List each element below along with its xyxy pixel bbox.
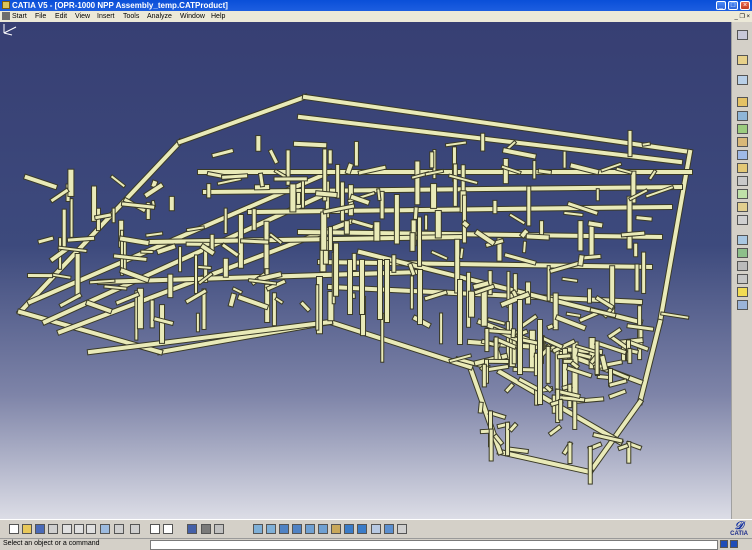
bottom-toolbar: 𝒟 CATIA bbox=[0, 519, 752, 539]
catia-app-icon[interactable] bbox=[2, 1, 10, 9]
what-icon[interactable] bbox=[130, 524, 140, 534]
close-button[interactable]: × bbox=[740, 1, 750, 10]
command-button-2[interactable] bbox=[730, 540, 738, 548]
hide-show-icon[interactable] bbox=[371, 524, 381, 534]
shading-icon[interactable] bbox=[357, 524, 367, 534]
numbering-icon[interactable] bbox=[737, 176, 748, 186]
iso-view-icon[interactable] bbox=[344, 524, 354, 534]
pipe-network bbox=[20, 97, 690, 482]
copy-icon[interactable] bbox=[74, 524, 84, 534]
menu-insert[interactable]: Insert bbox=[97, 11, 115, 22]
title-bar: CATIA V5 - [OPR-1000 NPP Assembly_temp.C… bbox=[0, 0, 752, 11]
paste-icon[interactable] bbox=[86, 524, 96, 534]
model-icon[interactable] bbox=[201, 524, 211, 534]
new-icon[interactable] bbox=[9, 524, 19, 534]
menu-window[interactable]: Window bbox=[180, 11, 205, 22]
fly-icon[interactable] bbox=[253, 524, 263, 534]
replace-icon[interactable] bbox=[737, 150, 748, 160]
cut-icon[interactable] bbox=[62, 524, 72, 534]
comment-icon[interactable] bbox=[163, 524, 173, 534]
menu-analyze[interactable]: Analyze bbox=[147, 11, 172, 22]
menu-edit[interactable]: Edit bbox=[55, 11, 67, 22]
save-icon[interactable] bbox=[35, 524, 45, 534]
assembly-icon[interactable] bbox=[737, 97, 748, 107]
component-icon[interactable] bbox=[737, 111, 748, 121]
tools-icon[interactable] bbox=[737, 300, 748, 310]
print-icon[interactable] bbox=[48, 524, 58, 534]
menu-tools[interactable]: Tools bbox=[123, 11, 139, 22]
snap-icon[interactable] bbox=[737, 235, 748, 245]
scene-icon[interactable] bbox=[737, 248, 748, 258]
rotate-icon[interactable] bbox=[292, 524, 302, 534]
catalog-icon[interactable] bbox=[737, 202, 748, 212]
light-icon[interactable] bbox=[737, 287, 748, 297]
menu-start[interactable]: Start bbox=[12, 11, 27, 22]
section-icon[interactable] bbox=[737, 274, 748, 284]
catia-logo-text: CATIA bbox=[730, 531, 748, 537]
part-icon[interactable] bbox=[737, 124, 748, 134]
menu-file[interactable]: File bbox=[35, 11, 46, 22]
constraint-icon[interactable] bbox=[737, 215, 748, 225]
publish-icon[interactable] bbox=[214, 524, 224, 534]
catia-logo-mark: 𝒟 bbox=[730, 521, 748, 531]
reorder-icon[interactable] bbox=[737, 163, 748, 173]
status-message: Select an object or a command bbox=[3, 539, 100, 549]
normal-view-icon[interactable] bbox=[331, 524, 341, 534]
catalog-icon[interactable] bbox=[187, 524, 197, 534]
catia-logo: 𝒟 CATIA bbox=[730, 521, 748, 537]
pointer-icon[interactable] bbox=[737, 55, 748, 65]
redo-icon[interactable] bbox=[114, 524, 124, 534]
pan-icon[interactable] bbox=[279, 524, 289, 534]
minimize-button[interactable]: _ bbox=[716, 1, 726, 10]
product-icon[interactable] bbox=[737, 30, 748, 40]
right-toolbar bbox=[731, 22, 752, 519]
piping-model[interactable] bbox=[0, 22, 731, 519]
swap-icon[interactable] bbox=[384, 524, 394, 534]
load-icon[interactable] bbox=[737, 137, 748, 147]
axis-compass-icon[interactable] bbox=[0, 22, 20, 36]
open-icon[interactable] bbox=[22, 524, 32, 534]
measure-icon[interactable] bbox=[737, 261, 748, 271]
select-icon[interactable] bbox=[737, 75, 748, 85]
undo-icon[interactable] bbox=[100, 524, 110, 534]
fit-all-icon[interactable] bbox=[266, 524, 276, 534]
document-icon[interactable] bbox=[2, 12, 10, 20]
zoom-out-icon[interactable] bbox=[318, 524, 328, 534]
3d-viewport[interactable] bbox=[0, 22, 731, 519]
window-title: CATIA V5 - [OPR-1000 NPP Assembly_temp.C… bbox=[12, 0, 228, 11]
fx-icon[interactable] bbox=[150, 524, 160, 534]
command-button-1[interactable] bbox=[720, 540, 728, 548]
maximize-button[interactable]: □ bbox=[728, 1, 738, 10]
menu-view[interactable]: View bbox=[75, 11, 90, 22]
status-bar: Select an object or a command bbox=[0, 538, 752, 550]
zoom-in-icon[interactable] bbox=[305, 524, 315, 534]
bom-icon[interactable] bbox=[737, 189, 748, 199]
properties-icon[interactable] bbox=[397, 524, 407, 534]
menu-help[interactable]: Help bbox=[211, 11, 225, 22]
